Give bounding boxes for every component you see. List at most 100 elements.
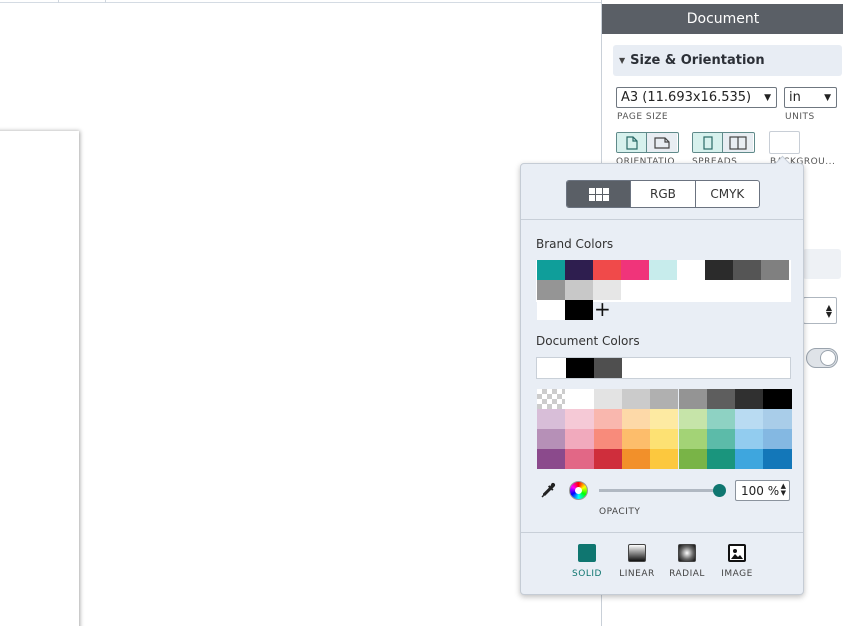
single-page-option[interactable] — [693, 133, 723, 152]
document-canvas[interactable] — [0, 3, 601, 626]
transparent-swatch[interactable] — [537, 389, 566, 409]
panel-title: Document — [602, 4, 843, 34]
palette-color-swatch[interactable] — [735, 389, 764, 409]
brand-color-swatch[interactable] — [565, 280, 593, 300]
orientation-toggle — [616, 132, 679, 153]
tab-cmyk[interactable]: CMYK — [696, 181, 759, 207]
palette-color-swatch[interactable] — [678, 389, 707, 409]
size-orientation-section-header[interactable]: ▼ Size & Orientation — [613, 45, 842, 76]
landscape-option[interactable] — [647, 133, 677, 152]
brand-color-swatch[interactable] — [537, 280, 565, 300]
document-color-swatch[interactable] — [538, 358, 566, 378]
brand-colors-label: Brand Colors — [536, 237, 614, 251]
palette-color-swatch[interactable] — [678, 409, 707, 429]
brand-color-swatch[interactable] — [621, 260, 649, 280]
palette-color-swatch[interactable] — [706, 449, 736, 469]
fill-type-linear[interactable]: LINEAR — [619, 542, 655, 587]
units-select[interactable]: in ▼ — [784, 87, 837, 108]
portrait-option[interactable] — [617, 133, 647, 152]
palette-color-swatch[interactable] — [763, 429, 792, 449]
palette-color-swatch[interactable] — [565, 429, 594, 449]
opacity-input[interactable]: 100 % ▲ ▼ — [735, 480, 790, 501]
palette-color-swatch[interactable] — [678, 429, 707, 449]
brand-color-swatch[interactable] — [705, 260, 733, 280]
document-color-swatch[interactable] — [594, 358, 622, 378]
fill-type-radial[interactable]: RADIAL — [669, 542, 705, 587]
palette-color-swatch[interactable] — [763, 389, 792, 409]
palette-color-swatch[interactable] — [735, 429, 764, 449]
palette-color-swatch[interactable] — [621, 389, 651, 409]
toggle-knob — [820, 350, 836, 366]
palette-color-swatch[interactable] — [565, 389, 594, 409]
grid-icon — [588, 187, 609, 201]
background-color-swatch[interactable] — [769, 131, 800, 154]
brand-color-swatch[interactable] — [565, 260, 593, 280]
eyedropper-icon — [541, 482, 556, 498]
palette-color-swatch[interactable] — [621, 449, 651, 469]
fill-type-label: RADIAL — [669, 569, 705, 579]
palette-color-swatch[interactable] — [763, 449, 792, 469]
palette-color-swatch[interactable] — [593, 449, 622, 469]
palette-color-swatch[interactable] — [537, 409, 566, 429]
brand-color-swatch[interactable] — [537, 260, 565, 280]
palette-color-swatch[interactable] — [650, 449, 679, 469]
collapsed-section-header[interactable] — [803, 249, 841, 279]
palette-color-swatch[interactable] — [706, 409, 736, 429]
palette-color-swatch[interactable] — [537, 429, 566, 449]
chevron-down-icon: ▼ — [824, 93, 831, 103]
palette-color-swatch[interactable] — [706, 389, 736, 409]
brand-color-swatch[interactable] — [761, 260, 789, 280]
palette-color-swatch[interactable] — [763, 409, 792, 429]
palette-color-swatch[interactable] — [621, 409, 651, 429]
document-color-swatch[interactable] — [566, 358, 594, 378]
brand-color-swatch[interactable] — [593, 260, 621, 280]
fill-type-image[interactable]: IMAGE — [721, 542, 753, 587]
section-title: Size & Orientation — [630, 53, 765, 68]
opacity-slider[interactable] — [599, 484, 726, 497]
spread-option[interactable] — [723, 133, 753, 152]
opacity-slider-thumb[interactable] — [713, 484, 726, 497]
opacity-value: 100 % — [741, 483, 780, 498]
landscape-page-icon — [654, 136, 670, 149]
palette-color-swatch[interactable] — [593, 389, 622, 409]
number-spinner[interactable]: ▲ ▼ — [803, 297, 837, 324]
palette-color-swatch[interactable] — [678, 449, 707, 469]
palette-color-swatch[interactable] — [735, 409, 764, 429]
opacity-slider-fill — [599, 489, 719, 492]
spinner-down-icon[interactable]: ▼ — [826, 310, 832, 318]
document-colors-label: Document Colors — [536, 334, 640, 348]
page-size-label: PAGE SIZE — [617, 112, 669, 122]
page-size-select[interactable]: A3 (11.693x16.535) ▼ — [616, 87, 777, 108]
brand-color-swatch[interactable] — [565, 300, 593, 320]
brand-color-swatch[interactable] — [649, 260, 677, 280]
spreads-toggle — [692, 132, 755, 153]
palette-color-swatch[interactable] — [593, 409, 622, 429]
brand-color-swatch[interactable] — [677, 260, 705, 280]
tab-swatches[interactable] — [567, 181, 632, 207]
solid-fill-icon — [578, 544, 596, 562]
palette-color-swatch[interactable] — [650, 409, 679, 429]
add-brand-color-button[interactable]: + — [594, 299, 611, 319]
palette-color-swatch[interactable] — [593, 429, 622, 449]
brand-color-swatch[interactable] — [537, 300, 565, 320]
tab-rgb[interactable]: RGB — [631, 181, 696, 207]
eyedropper-button[interactable] — [539, 481, 557, 503]
palette-color-swatch[interactable] — [650, 429, 679, 449]
page-sheet[interactable] — [0, 131, 79, 626]
fill-type-selector: SOLID LINEAR RADIAL IMAGE — [521, 542, 803, 587]
color-picker-popover: RGB CMYK Brand Colors + Document Colors … — [520, 155, 804, 595]
fill-type-label: SOLID — [572, 569, 602, 579]
palette-color-swatch[interactable] — [706, 429, 736, 449]
fill-type-solid[interactable]: SOLID — [571, 542, 603, 587]
palette-color-swatch[interactable] — [537, 449, 566, 469]
toggle-switch[interactable] — [806, 348, 838, 368]
brand-color-swatch[interactable] — [733, 260, 761, 280]
palette-color-swatch[interactable] — [735, 449, 764, 469]
palette-color-swatch[interactable] — [565, 409, 594, 429]
palette-color-swatch[interactable] — [621, 429, 651, 449]
opacity-stepper-icon[interactable]: ▲ ▼ — [781, 483, 786, 497]
fill-type-label: LINEAR — [619, 569, 655, 579]
palette-color-swatch[interactable] — [650, 389, 679, 409]
color-wheel-icon[interactable] — [569, 481, 588, 500]
palette-color-swatch[interactable] — [565, 449, 594, 469]
